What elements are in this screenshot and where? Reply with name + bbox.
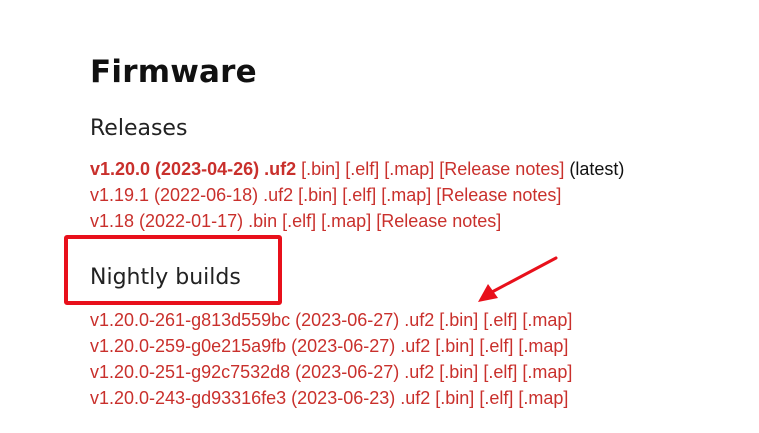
nightly-link-251-map[interactable]: [.map] <box>522 362 572 382</box>
nightly-link-243-elf[interactable]: [.elf] <box>479 388 513 408</box>
nightly-link-261-uf2[interactable]: v1.20.0-261-g813d559bc (2023-06-27) .uf2 <box>90 310 434 330</box>
release-row-1-20-0: v1.20.0 (2023-04-26) .uf2 [.bin] [.elf] … <box>90 156 624 182</box>
release-link-1-20-0-map[interactable]: [.map] <box>384 159 434 179</box>
release-link-1-20-0-uf2[interactable]: v1.20.0 (2023-04-26) .uf2 <box>90 159 296 179</box>
nightly-link-259-map[interactable]: [.map] <box>518 336 568 356</box>
release-row-1-19-1: v1.19.1 (2022-06-18) .uf2 [.bin] [.elf] … <box>90 182 624 208</box>
nightly-link-259-elf[interactable]: [.elf] <box>479 336 513 356</box>
nightly-link-243-bin[interactable]: [.bin] <box>435 388 474 408</box>
nightly-link-259-uf2[interactable]: v1.20.0-259-g0e215a9fb (2023-06-27) .uf2 <box>90 336 430 356</box>
release-link-1-19-1-map[interactable]: [.map] <box>381 185 431 205</box>
release-link-1-18-bin[interactable]: v1.18 (2022-01-17) .bin <box>90 211 277 231</box>
release-link-1-18-elf[interactable]: [.elf] <box>282 211 316 231</box>
nightly-list: v1.20.0-261-g813d559bc (2023-06-27) .uf2… <box>90 307 572 411</box>
nightly-link-259-bin[interactable]: [.bin] <box>435 336 474 356</box>
release-link-1-19-1-notes[interactable]: [Release notes] <box>436 185 561 205</box>
releases-heading: Releases <box>90 116 188 141</box>
release-link-1-20-0-notes[interactable]: [Release notes] <box>439 159 564 179</box>
latest-label: (latest) <box>569 159 625 179</box>
release-row-1-18: v1.18 (2022-01-17) .bin [.elf] [.map] [R… <box>90 208 624 234</box>
annotation-arrow-icon <box>478 256 558 302</box>
nightly-link-261-map[interactable]: [.map] <box>522 310 572 330</box>
release-link-1-19-1-bin[interactable]: [.bin] <box>298 185 337 205</box>
nightly-link-243-map[interactable]: [.map] <box>518 388 568 408</box>
nightly-link-261-bin[interactable]: [.bin] <box>439 310 478 330</box>
nightly-link-251-uf2[interactable]: v1.20.0-251-g92c7532d8 (2023-06-27) .uf2 <box>90 362 434 382</box>
nightly-link-251-bin[interactable]: [.bin] <box>439 362 478 382</box>
nightly-row: v1.20.0-243-gd93316fe3 (2023-06-23) .uf2… <box>90 385 572 411</box>
page-title: Firmware <box>90 54 257 90</box>
nightly-builds-heading: Nightly builds <box>90 265 241 290</box>
nightly-link-251-elf[interactable]: [.elf] <box>483 362 517 382</box>
nightly-row: v1.20.0-251-g92c7532d8 (2023-06-27) .uf2… <box>90 359 572 385</box>
nightly-row: v1.20.0-259-g0e215a9fb (2023-06-27) .uf2… <box>90 333 572 359</box>
release-list: v1.20.0 (2023-04-26) .uf2 [.bin] [.elf] … <box>90 156 624 234</box>
nightly-link-243-uf2[interactable]: v1.20.0-243-gd93316fe3 (2023-06-23) .uf2 <box>90 388 430 408</box>
release-link-1-19-1-elf[interactable]: [.elf] <box>342 185 376 205</box>
release-link-1-18-map[interactable]: [.map] <box>321 211 371 231</box>
release-link-1-18-notes[interactable]: [Release notes] <box>376 211 501 231</box>
release-link-1-20-0-bin[interactable]: [.bin] <box>301 159 340 179</box>
release-link-1-19-1-uf2[interactable]: v1.19.1 (2022-06-18) .uf2 <box>90 185 293 205</box>
nightly-link-261-elf[interactable]: [.elf] <box>483 310 517 330</box>
release-link-1-20-0-elf[interactable]: [.elf] <box>345 159 379 179</box>
nightly-row: v1.20.0-261-g813d559bc (2023-06-27) .uf2… <box>90 307 572 333</box>
